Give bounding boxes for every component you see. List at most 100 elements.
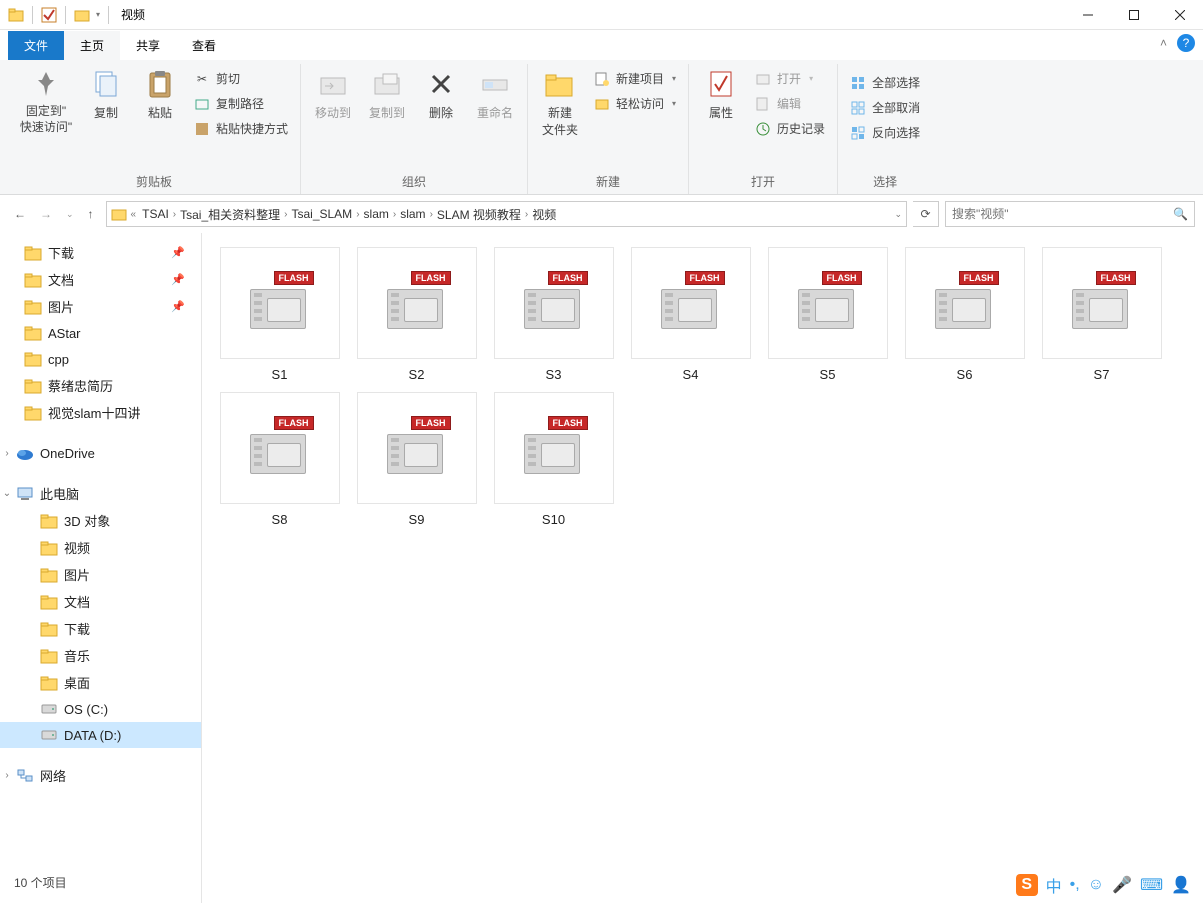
- select-all-button[interactable]: 全部选择: [846, 72, 924, 93]
- ime-toolbar[interactable]: S 中 •, ☺ 🎤 ⌨ 👤: [1016, 873, 1191, 897]
- nav-quick-item[interactable]: 下载📌: [0, 239, 201, 266]
- nav-onedrive[interactable]: ›OneDrive: [0, 440, 201, 466]
- ribbon-collapse-icon[interactable]: ˄: [1160, 36, 1167, 50]
- nav-quick-item[interactable]: 蔡绪忠简历: [0, 372, 201, 399]
- pasteshortcut-icon: [194, 121, 210, 137]
- file-item[interactable]: FLASHS9: [349, 392, 484, 527]
- file-view[interactable]: FLASHS1FLASHS2FLASHS3FLASHS4FLASHS5FLASH…: [202, 233, 1203, 903]
- nav-pc-item[interactable]: 下载: [0, 615, 201, 642]
- breadcrumb-item[interactable]: slam: [362, 207, 391, 221]
- copy-to-button[interactable]: 复制到: [361, 64, 413, 125]
- ribbon-tabs: 文件 主页 共享 查看 ˄ ?: [0, 30, 1203, 60]
- nav-pc-item[interactable]: 3D 对象: [0, 507, 201, 534]
- easy-access-button[interactable]: 轻松访问▾: [590, 93, 680, 114]
- file-item[interactable]: FLASHS5: [760, 247, 895, 382]
- file-name: S6: [957, 367, 973, 382]
- folder-icon: [24, 298, 42, 316]
- paste-shortcut-button[interactable]: 粘贴快捷方式: [190, 118, 292, 139]
- refresh-button[interactable]: ⟳: [913, 201, 939, 227]
- ime-keyboard-icon[interactable]: ⌨: [1140, 875, 1163, 895]
- nav-quick-item[interactable]: 图片📌: [0, 293, 201, 320]
- rename-button[interactable]: 重命名: [469, 64, 521, 125]
- nav-network[interactable]: ›网络: [0, 762, 201, 789]
- nav-quick-item[interactable]: 文档📌: [0, 266, 201, 293]
- nav-quick-item[interactable]: 视觉slam十四讲: [0, 399, 201, 426]
- breadcrumb-item[interactable]: SLAM 视频教程: [435, 206, 523, 223]
- nav-quick-item[interactable]: cpp: [0, 346, 201, 372]
- nav-pc-item[interactable]: DATA (D:): [0, 722, 201, 748]
- copy-path-button[interactable]: 复制路径: [190, 93, 292, 114]
- search-box[interactable]: 🔍: [945, 201, 1195, 227]
- qat-dropdown-icon[interactable]: ▾: [96, 10, 100, 19]
- drive-icon: [40, 539, 58, 557]
- pin-to-quick-access-button[interactable]: 固定到" 快速访问": [14, 64, 78, 139]
- tab-file[interactable]: 文件: [8, 31, 64, 60]
- breadcrumb-item[interactable]: slam: [398, 207, 427, 221]
- breadcrumb-item[interactable]: 视频: [530, 206, 558, 223]
- file-item[interactable]: FLASHS10: [486, 392, 621, 527]
- tab-view[interactable]: 查看: [176, 31, 232, 60]
- edit-button[interactable]: 编辑: [751, 93, 829, 114]
- nav-pc-item[interactable]: OS (C:): [0, 696, 201, 722]
- copy-button[interactable]: 复制: [80, 64, 132, 125]
- navigation-pane[interactable]: 下载📌文档📌图片📌AStarcpp蔡绪忠简历视觉slam十四讲 ›OneDriv…: [0, 233, 202, 903]
- history-button[interactable]: 历史记录: [751, 118, 829, 139]
- file-thumbnail: FLASH: [1042, 247, 1162, 359]
- file-item[interactable]: FLASHS4: [623, 247, 758, 382]
- maximize-button[interactable]: [1111, 0, 1157, 30]
- address-bar[interactable]: « TSAI›Tsai_相关资料整理›Tsai_SLAM›slam›slam›S…: [106, 201, 907, 227]
- drive-icon: [40, 620, 58, 638]
- paste-button[interactable]: 粘贴: [134, 64, 186, 125]
- help-icon[interactable]: ?: [1177, 34, 1195, 52]
- file-item[interactable]: FLASHS8: [212, 392, 347, 527]
- qat-checkbox-icon[interactable]: [41, 7, 57, 23]
- ime-logo-icon[interactable]: S: [1016, 874, 1038, 896]
- search-input[interactable]: [952, 207, 1173, 221]
- ime-user-icon[interactable]: 👤: [1171, 875, 1191, 895]
- ime-face-icon[interactable]: ☺: [1088, 876, 1104, 894]
- nav-quick-item[interactable]: AStar: [0, 320, 201, 346]
- nav-pc-item[interactable]: 音乐: [0, 642, 201, 669]
- new-folder-button[interactable]: 新建 文件夹: [534, 64, 586, 142]
- nav-thispc[interactable]: ⌄此电脑: [0, 480, 201, 507]
- nav-pc-item[interactable]: 桌面: [0, 669, 201, 696]
- back-button[interactable]: ←: [14, 207, 26, 221]
- invert-selection-button[interactable]: 反向选择: [846, 122, 924, 143]
- up-button[interactable]: ↑: [88, 207, 94, 221]
- file-item[interactable]: FLASHS6: [897, 247, 1032, 382]
- chevron-right-icon: ›: [430, 209, 433, 220]
- nav-pc-item[interactable]: 文档: [0, 588, 201, 615]
- minimize-button[interactable]: [1065, 0, 1111, 30]
- file-thumbnail: FLASH: [631, 247, 751, 359]
- nav-pc-item[interactable]: 图片: [0, 561, 201, 588]
- properties-button[interactable]: 属性: [695, 64, 747, 125]
- search-icon[interactable]: 🔍: [1173, 207, 1188, 221]
- select-none-button[interactable]: 全部取消: [846, 97, 924, 118]
- flash-video-icon: FLASH: [387, 422, 447, 474]
- ime-mic-icon[interactable]: 🎤: [1112, 875, 1132, 895]
- nav-pc-item[interactable]: 视频: [0, 534, 201, 561]
- cut-button[interactable]: ✂剪切: [190, 68, 292, 89]
- move-to-button[interactable]: 移动到: [307, 64, 359, 125]
- delete-button[interactable]: 删除: [415, 64, 467, 125]
- folder-icon: [111, 206, 127, 222]
- ime-punct-icon[interactable]: •,: [1070, 876, 1080, 894]
- open-button[interactable]: 打开▾: [751, 68, 829, 89]
- file-name: S10: [542, 512, 565, 527]
- addr-dropdown-icon[interactable]: ⌄: [894, 209, 902, 220]
- breadcrumb-item[interactable]: Tsai_相关资料整理: [178, 206, 282, 223]
- file-item[interactable]: FLASHS7: [1034, 247, 1169, 382]
- breadcrumb-item[interactable]: TSAI: [140, 207, 171, 221]
- qat-folder-icon[interactable]: [74, 7, 90, 23]
- forward-button[interactable]: →: [40, 207, 52, 221]
- recent-dropdown[interactable]: ⌄: [66, 209, 74, 220]
- file-item[interactable]: FLASHS2: [349, 247, 484, 382]
- file-item[interactable]: FLASHS3: [486, 247, 621, 382]
- tab-share[interactable]: 共享: [120, 31, 176, 60]
- close-button[interactable]: [1157, 0, 1203, 30]
- file-item[interactable]: FLASHS1: [212, 247, 347, 382]
- breadcrumb-item[interactable]: Tsai_SLAM: [289, 207, 354, 221]
- new-item-button[interactable]: 新建项目▾: [590, 68, 680, 89]
- ime-lang[interactable]: 中: [1046, 873, 1062, 897]
- tab-home[interactable]: 主页: [64, 31, 120, 60]
